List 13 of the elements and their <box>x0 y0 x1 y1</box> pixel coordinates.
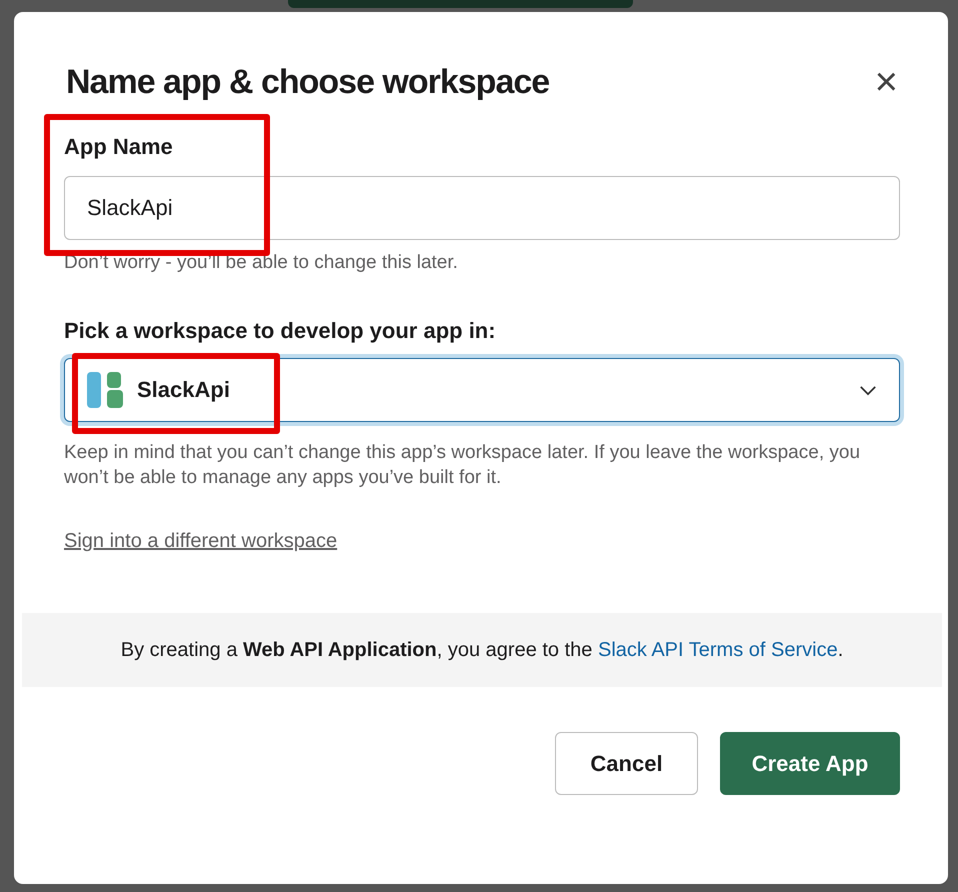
create-app-button[interactable]: Create App <box>720 732 900 795</box>
sign-in-link[interactable]: Sign into a different workspace <box>64 530 338 553</box>
app-name-field[interactable]: SlackApi <box>64 176 900 240</box>
terms-link[interactable]: Slack API Terms of Service <box>598 638 838 660</box>
field-label: Pick a workspace to develop your app in: <box>64 318 497 344</box>
terms-text: By creating a Web API Application, you agree to the Slack API Terms of Service. <box>120 638 844 662</box>
close-button[interactable]: × <box>874 62 898 102</box>
help-text: Keep in mind that you can’t change this app’s workspace later. If you leave the workspace, you won’t be able to manage any apps you’ve built for it. <box>64 441 862 490</box>
field-label: App Name <box>64 133 174 160</box>
chevron-down-icon <box>859 384 877 396</box>
cancel-button[interactable]: Cancel <box>555 732 698 795</box>
dialog-title: Name app & choose workspace <box>66 62 550 102</box>
workspace-icon <box>87 372 123 408</box>
